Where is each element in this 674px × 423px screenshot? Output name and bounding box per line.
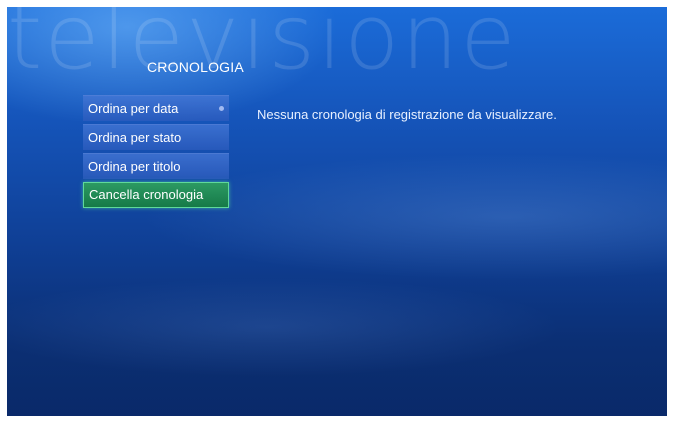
menu-item-label: Ordina per data <box>88 101 179 116</box>
menu-item-label: Ordina per titolo <box>88 159 181 174</box>
menu-item-label: Cancella cronologia <box>89 187 204 202</box>
menu-item-sort-by-title[interactable]: Ordina per titolo <box>83 153 229 179</box>
section-title: CRONOLOGIA <box>147 59 244 75</box>
menu-item-sort-by-date[interactable]: Ordina per data <box>83 95 229 121</box>
empty-history-message: Nessuna cronologia di registrazione da v… <box>257 107 557 122</box>
bottom-shade <box>7 376 667 416</box>
menu-item-sort-by-status[interactable]: Ordina per stato <box>83 124 229 150</box>
background-watermark: televisione <box>7 7 518 90</box>
menu-item-label: Ordina per stato <box>88 130 182 145</box>
sort-menu: Ordina per data Ordina per stato Ordina … <box>83 95 229 211</box>
menu-item-clear-history[interactable]: Cancella cronologia <box>83 182 229 208</box>
active-indicator-dot-icon <box>219 106 224 111</box>
media-center-screen: televisione CRONOLOGIA Ordina per data O… <box>7 7 667 416</box>
